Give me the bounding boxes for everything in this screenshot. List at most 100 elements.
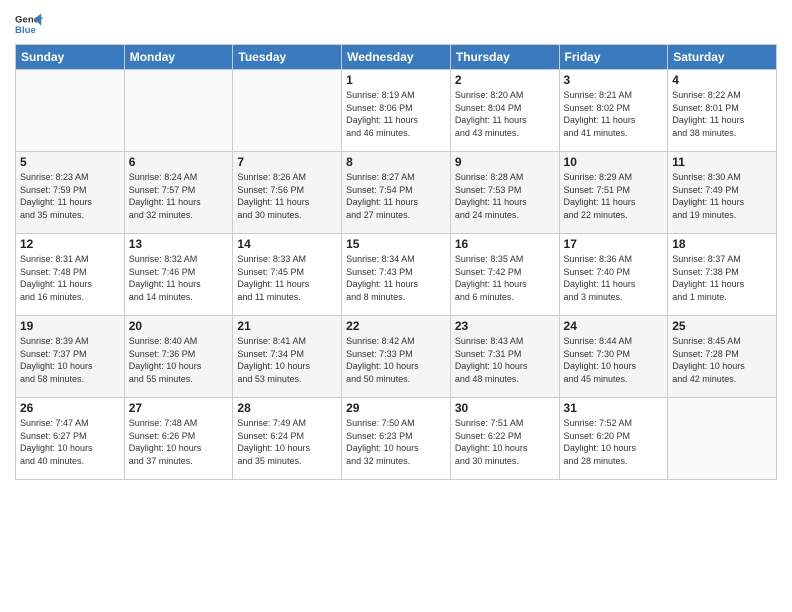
- cell-info: Sunrise: 8:40 AM Sunset: 7:36 PM Dayligh…: [129, 335, 229, 385]
- day-number: 17: [564, 237, 664, 251]
- day-number: 16: [455, 237, 555, 251]
- day-number: 14: [237, 237, 337, 251]
- cell-info: Sunrise: 8:37 AM Sunset: 7:38 PM Dayligh…: [672, 253, 772, 303]
- day-number: 23: [455, 319, 555, 333]
- day-number: 26: [20, 401, 120, 415]
- calendar-cell: 1 Sunrise: 8:19 AM Sunset: 8:06 PM Daylig…: [342, 70, 451, 152]
- calendar-cell: 3 Sunrise: 8:21 AM Sunset: 8:02 PM Daylig…: [559, 70, 668, 152]
- cell-info: Sunrise: 8:20 AM Sunset: 8:04 PM Dayligh…: [455, 89, 555, 139]
- calendar-header-row: SundayMondayTuesdayWednesdayThursdayFrid…: [16, 45, 777, 70]
- cell-info: Sunrise: 8:24 AM Sunset: 7:57 PM Dayligh…: [129, 171, 229, 221]
- calendar-cell: [668, 398, 777, 480]
- calendar-cell: [233, 70, 342, 152]
- cell-info: Sunrise: 8:39 AM Sunset: 7:37 PM Dayligh…: [20, 335, 120, 385]
- weekday-header: Wednesday: [342, 45, 451, 70]
- calendar-cell: 7 Sunrise: 8:26 AM Sunset: 7:56 PM Daylig…: [233, 152, 342, 234]
- calendar-cell: 27 Sunrise: 7:48 AM Sunset: 6:26 PM Dayli…: [124, 398, 233, 480]
- weekday-header: Monday: [124, 45, 233, 70]
- calendar-cell: [124, 70, 233, 152]
- cell-info: Sunrise: 7:51 AM Sunset: 6:22 PM Dayligh…: [455, 417, 555, 467]
- calendar-cell: 12Sunrise: 8:31 AM Sunset: 7:48 PM Dayli…: [16, 234, 125, 316]
- cell-info: Sunrise: 8:44 AM Sunset: 7:30 PM Dayligh…: [564, 335, 664, 385]
- cell-info: Sunrise: 8:21 AM Sunset: 8:02 PM Dayligh…: [564, 89, 664, 139]
- day-number: 3: [564, 73, 664, 87]
- calendar-cell: 19 Sunrise: 8:39 AM Sunset: 7:37 PM Dayli…: [16, 316, 125, 398]
- day-number: 5: [20, 155, 120, 169]
- calendar-cell: 24 Sunrise: 8:44 AM Sunset: 7:30 PM Dayli…: [559, 316, 668, 398]
- calendar-cell: 29Sunrise: 7:50 AM Sunset: 6:23 PM Dayli…: [342, 398, 451, 480]
- calendar-cell: 28Sunrise: 7:49 AM Sunset: 6:24 PM Dayli…: [233, 398, 342, 480]
- calendar-cell: 26 Sunrise: 7:47 AM Sunset: 6:27 PM Dayli…: [16, 398, 125, 480]
- weekday-header: Friday: [559, 45, 668, 70]
- day-number: 19: [20, 319, 120, 333]
- cell-info: Sunrise: 7:48 AM Sunset: 6:26 PM Dayligh…: [129, 417, 229, 467]
- day-number: 4: [672, 73, 772, 87]
- cell-info: Sunrise: 8:36 AM Sunset: 7:40 PM Dayligh…: [564, 253, 664, 303]
- cell-info: Sunrise: 8:35 AM Sunset: 7:42 PM Dayligh…: [455, 253, 555, 303]
- cell-info: Sunrise: 8:34 AM Sunset: 7:43 PM Dayligh…: [346, 253, 446, 303]
- calendar-cell: 23 Sunrise: 8:43 AM Sunset: 7:31 PM Dayli…: [450, 316, 559, 398]
- calendar-cell: 11Sunrise: 8:30 AM Sunset: 7:49 PM Dayli…: [668, 152, 777, 234]
- calendar-cell: 2 Sunrise: 8:20 AM Sunset: 8:04 PM Daylig…: [450, 70, 559, 152]
- calendar-cell: 8 Sunrise: 8:27 AM Sunset: 7:54 PM Daylig…: [342, 152, 451, 234]
- calendar-cell: 14Sunrise: 8:33 AM Sunset: 7:45 PM Dayli…: [233, 234, 342, 316]
- svg-text:Blue: Blue: [15, 25, 36, 36]
- day-number: 22: [346, 319, 446, 333]
- day-number: 24: [564, 319, 664, 333]
- day-number: 8: [346, 155, 446, 169]
- cell-info: Sunrise: 8:29 AM Sunset: 7:51 PM Dayligh…: [564, 171, 664, 221]
- weekday-header: Saturday: [668, 45, 777, 70]
- calendar-cell: 6 Sunrise: 8:24 AM Sunset: 7:57 PM Daylig…: [124, 152, 233, 234]
- calendar-cell: 22 Sunrise: 8:42 AM Sunset: 7:33 PM Dayli…: [342, 316, 451, 398]
- calendar-cell: 25Sunrise: 8:45 AM Sunset: 7:28 PM Dayli…: [668, 316, 777, 398]
- day-number: 13: [129, 237, 229, 251]
- cell-info: Sunrise: 8:19 AM Sunset: 8:06 PM Dayligh…: [346, 89, 446, 139]
- calendar-cell: 30Sunrise: 7:51 AM Sunset: 6:22 PM Dayli…: [450, 398, 559, 480]
- calendar-cell: 9 Sunrise: 8:28 AM Sunset: 7:53 PM Daylig…: [450, 152, 559, 234]
- cell-info: Sunrise: 8:30 AM Sunset: 7:49 PM Dayligh…: [672, 171, 772, 221]
- weekday-header: Tuesday: [233, 45, 342, 70]
- calendar-cell: 15Sunrise: 8:34 AM Sunset: 7:43 PM Dayli…: [342, 234, 451, 316]
- calendar-cell: 5 Sunrise: 8:23 AM Sunset: 7:59 PM Daylig…: [16, 152, 125, 234]
- day-number: 20: [129, 319, 229, 333]
- cell-info: Sunrise: 8:32 AM Sunset: 7:46 PM Dayligh…: [129, 253, 229, 303]
- calendar-cell: 17 Sunrise: 8:36 AM Sunset: 7:40 PM Dayli…: [559, 234, 668, 316]
- calendar-cell: [16, 70, 125, 152]
- header: General Blue: [15, 10, 777, 38]
- cell-info: Sunrise: 8:28 AM Sunset: 7:53 PM Dayligh…: [455, 171, 555, 221]
- cell-info: Sunrise: 8:27 AM Sunset: 7:54 PM Dayligh…: [346, 171, 446, 221]
- calendar-week-row: 26 Sunrise: 7:47 AM Sunset: 6:27 PM Dayli…: [16, 398, 777, 480]
- day-number: 9: [455, 155, 555, 169]
- day-number: 31: [564, 401, 664, 415]
- day-number: 1: [346, 73, 446, 87]
- cell-info: Sunrise: 8:26 AM Sunset: 7:56 PM Dayligh…: [237, 171, 337, 221]
- calendar-cell: 10 Sunrise: 8:29 AM Sunset: 7:51 PM Dayli…: [559, 152, 668, 234]
- cell-info: Sunrise: 8:42 AM Sunset: 7:33 PM Dayligh…: [346, 335, 446, 385]
- logo: General Blue: [15, 10, 45, 38]
- cell-info: Sunrise: 8:43 AM Sunset: 7:31 PM Dayligh…: [455, 335, 555, 385]
- day-number: 10: [564, 155, 664, 169]
- calendar-cell: 21Sunrise: 8:41 AM Sunset: 7:34 PM Dayli…: [233, 316, 342, 398]
- day-number: 18: [672, 237, 772, 251]
- weekday-header: Sunday: [16, 45, 125, 70]
- calendar-cell: 31 Sunrise: 7:52 AM Sunset: 6:20 PM Dayli…: [559, 398, 668, 480]
- day-number: 27: [129, 401, 229, 415]
- day-number: 12: [20, 237, 120, 251]
- day-number: 7: [237, 155, 337, 169]
- logo-icon: General Blue: [15, 10, 43, 38]
- cell-info: Sunrise: 8:22 AM Sunset: 8:01 PM Dayligh…: [672, 89, 772, 139]
- cell-info: Sunrise: 8:41 AM Sunset: 7:34 PM Dayligh…: [237, 335, 337, 385]
- calendar-week-row: 1 Sunrise: 8:19 AM Sunset: 8:06 PM Daylig…: [16, 70, 777, 152]
- cell-info: Sunrise: 7:47 AM Sunset: 6:27 PM Dayligh…: [20, 417, 120, 467]
- calendar-cell: 13 Sunrise: 8:32 AM Sunset: 7:46 PM Dayli…: [124, 234, 233, 316]
- day-number: 2: [455, 73, 555, 87]
- weekday-header: Thursday: [450, 45, 559, 70]
- calendar-week-row: 19 Sunrise: 8:39 AM Sunset: 7:37 PM Dayli…: [16, 316, 777, 398]
- day-number: 6: [129, 155, 229, 169]
- cell-info: Sunrise: 7:52 AM Sunset: 6:20 PM Dayligh…: [564, 417, 664, 467]
- calendar-cell: 20 Sunrise: 8:40 AM Sunset: 7:36 PM Dayli…: [124, 316, 233, 398]
- cell-info: Sunrise: 8:23 AM Sunset: 7:59 PM Dayligh…: [20, 171, 120, 221]
- cell-info: Sunrise: 7:50 AM Sunset: 6:23 PM Dayligh…: [346, 417, 446, 467]
- calendar-cell: 4 Sunrise: 8:22 AM Sunset: 8:01 PM Daylig…: [668, 70, 777, 152]
- calendar-cell: 16 Sunrise: 8:35 AM Sunset: 7:42 PM Dayli…: [450, 234, 559, 316]
